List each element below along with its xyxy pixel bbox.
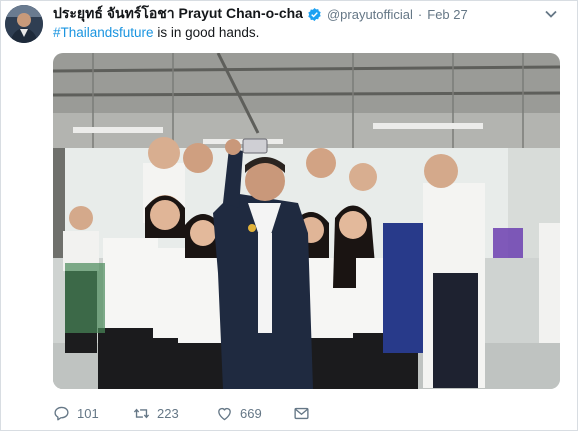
retweet-count: 223 — [157, 405, 179, 421]
like-count: 669 — [240, 405, 262, 421]
tweet-text: #Thailandsfuture is in good hands. — [53, 25, 259, 40]
separator-dot: · — [417, 6, 423, 22]
avatar[interactable] — [5, 5, 43, 43]
direct-message-icon — [294, 407, 309, 419]
retweet-button[interactable]: 223 — [133, 405, 179, 422]
author-handle[interactable]: @prayutofficial — [327, 7, 413, 22]
verified-badge-icon — [308, 7, 321, 21]
tweet-card: ประยุทธ์ จันทร์โอชา Prayut Chan-o-cha @p… — [0, 0, 578, 431]
tweet-date[interactable]: Feb 27 — [427, 7, 467, 22]
reply-icon — [54, 406, 69, 420]
chevron-down-icon[interactable] — [544, 7, 558, 21]
retweet-icon — [133, 408, 150, 418]
direct-message-button[interactable] — [293, 405, 310, 422]
like-button[interactable]: 669 — [216, 405, 262, 422]
reply-count: 101 — [77, 405, 99, 421]
tweet-photo[interactable] — [53, 53, 560, 389]
reply-button[interactable]: 101 — [53, 405, 99, 422]
tweet-header: ประยุทธ์ จันทร์โอชา Prayut Chan-o-cha @p… — [53, 5, 468, 23]
hashtag-link[interactable]: #Thailandsfuture — [53, 25, 154, 40]
author-name[interactable]: ประยุทธ์ จันทร์โอชา Prayut Chan-o-cha — [53, 3, 303, 25]
like-icon — [218, 407, 231, 420]
group-selfie-photo — [53, 53, 560, 389]
tweet-body: is in good hands. — [153, 25, 260, 40]
